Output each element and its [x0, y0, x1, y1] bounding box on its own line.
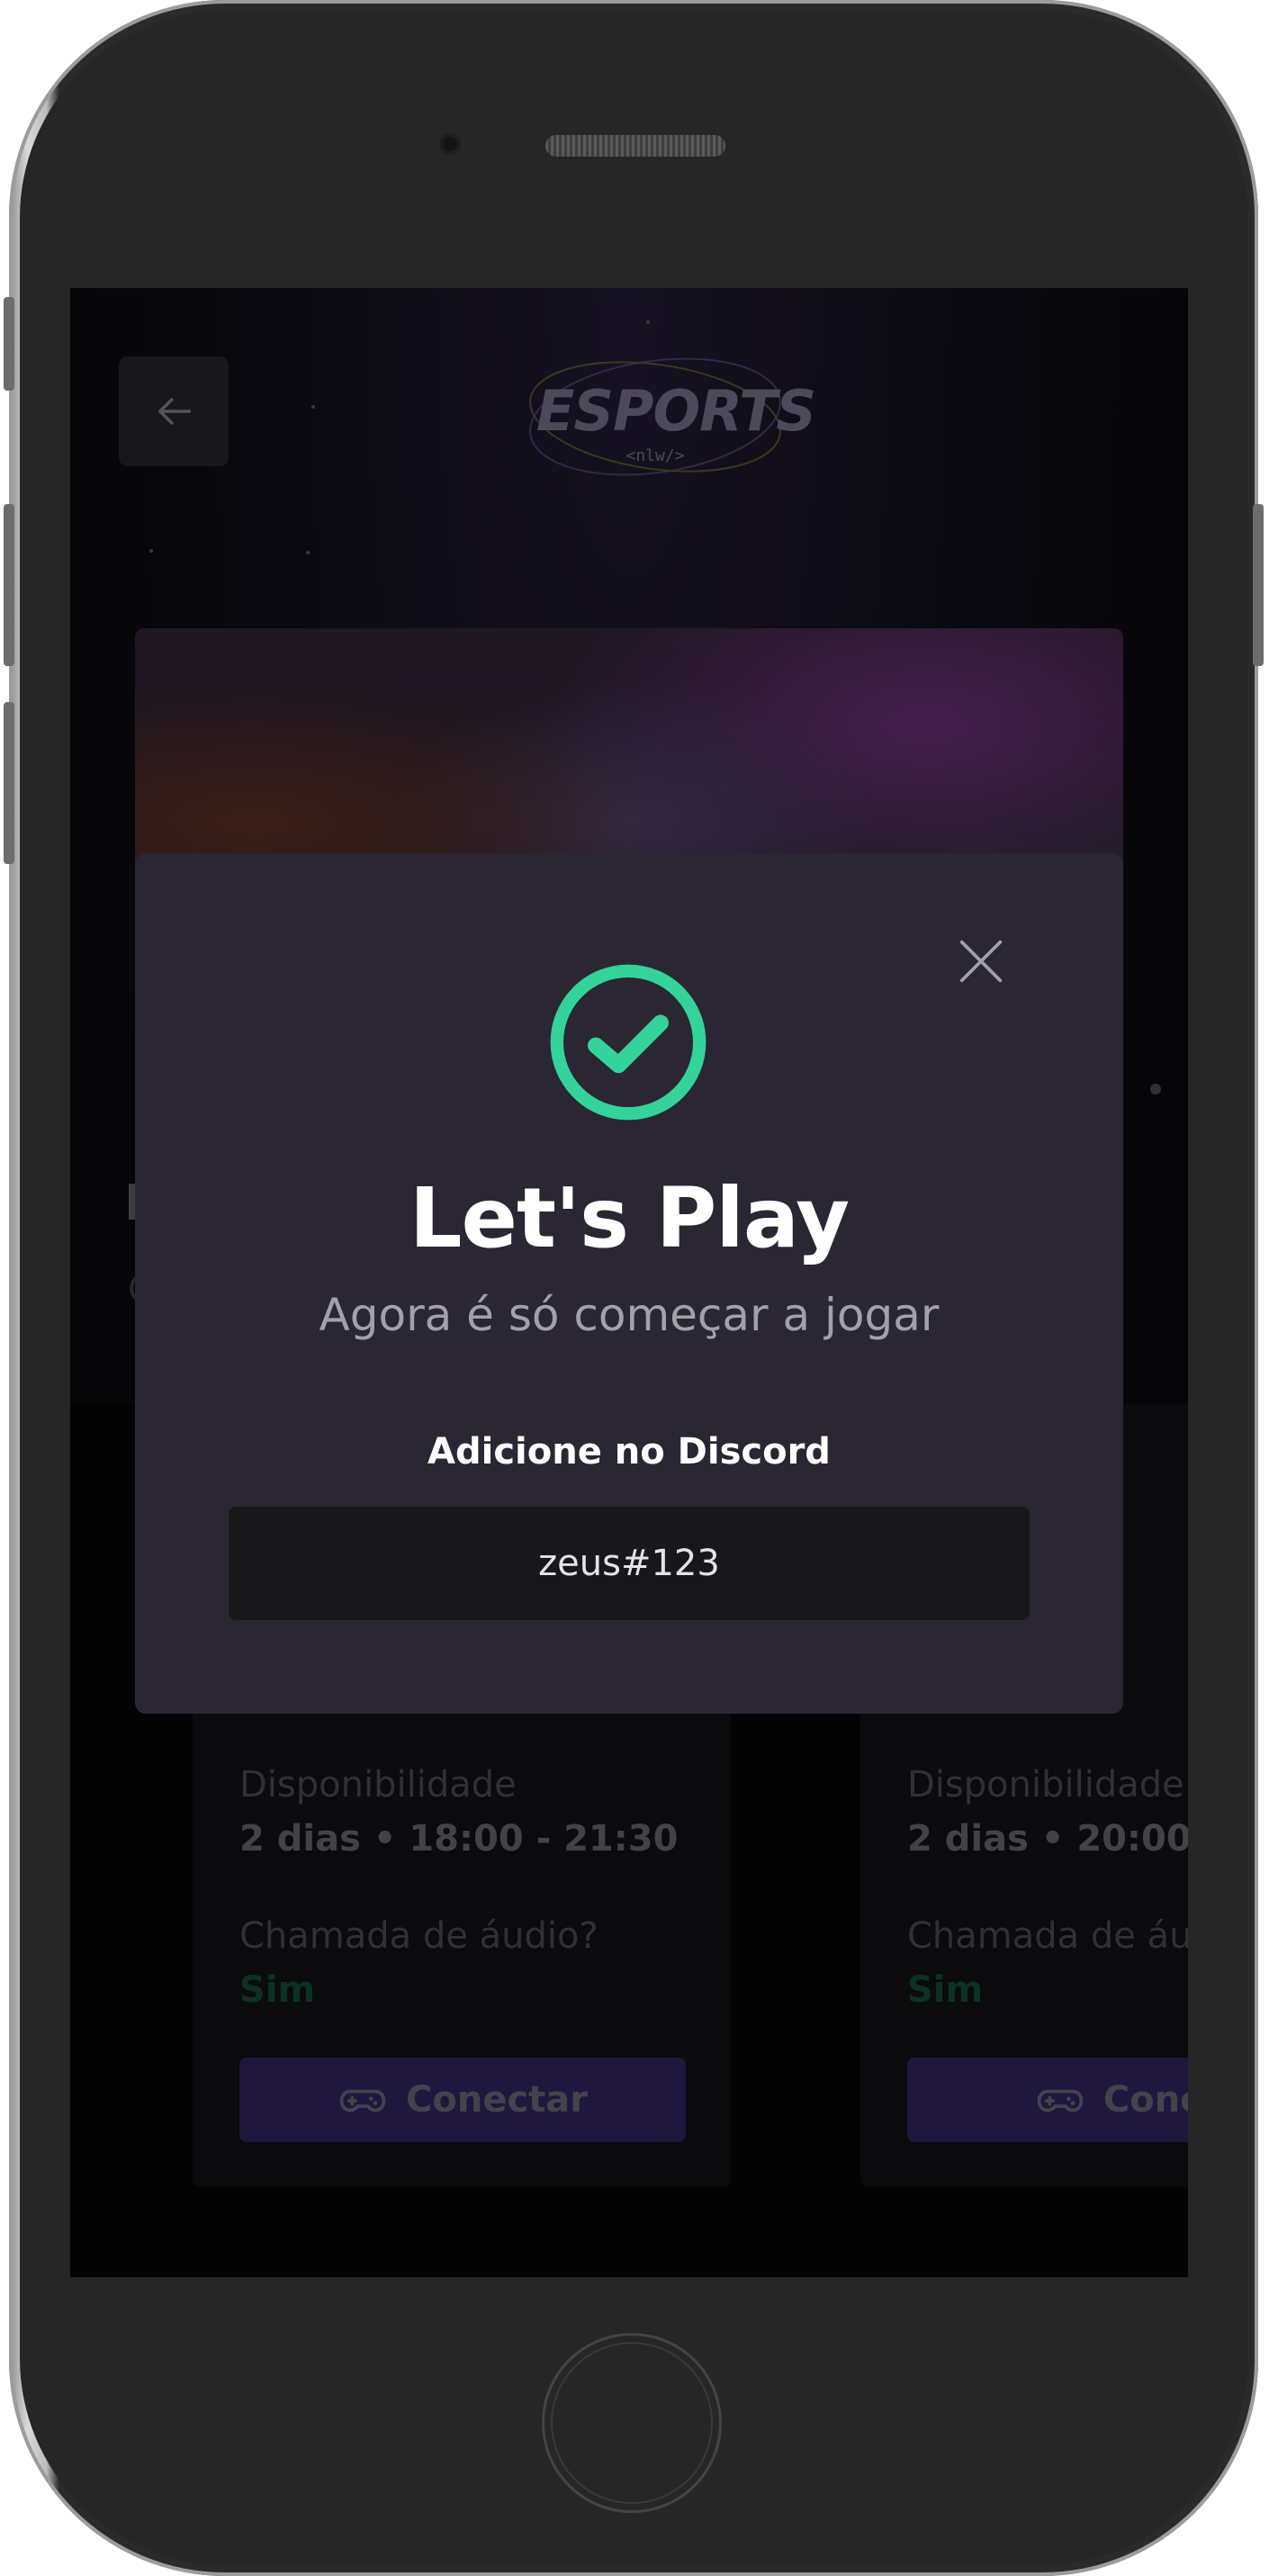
- connect-modal: Let's Play Agora é só começar a jogar Ad…: [135, 853, 1123, 1714]
- modal-subtitle: Agora é só começar a jogar: [319, 1289, 940, 1341]
- modal-title: Let's Play: [409, 1170, 850, 1266]
- earpiece-speaker: [545, 135, 725, 157]
- discord-username: zeus#123: [538, 1543, 720, 1584]
- app-screen: ESPORTS <nlw/> I C Disponibilidade 2 dia…: [70, 288, 1188, 2277]
- mute-switch: [4, 297, 14, 391]
- home-button[interactable]: [542, 2333, 722, 2513]
- power-button: [1253, 504, 1264, 666]
- volume-up-button: [4, 504, 14, 666]
- close-icon[interactable]: [952, 932, 1010, 990]
- volume-down-button: [4, 702, 14, 864]
- discord-username-field[interactable]: zeus#123: [229, 1507, 1030, 1620]
- check-circle-icon: [550, 964, 706, 1121]
- front-camera: [439, 133, 461, 155]
- discord-label: Adicione no Discord: [428, 1431, 831, 1473]
